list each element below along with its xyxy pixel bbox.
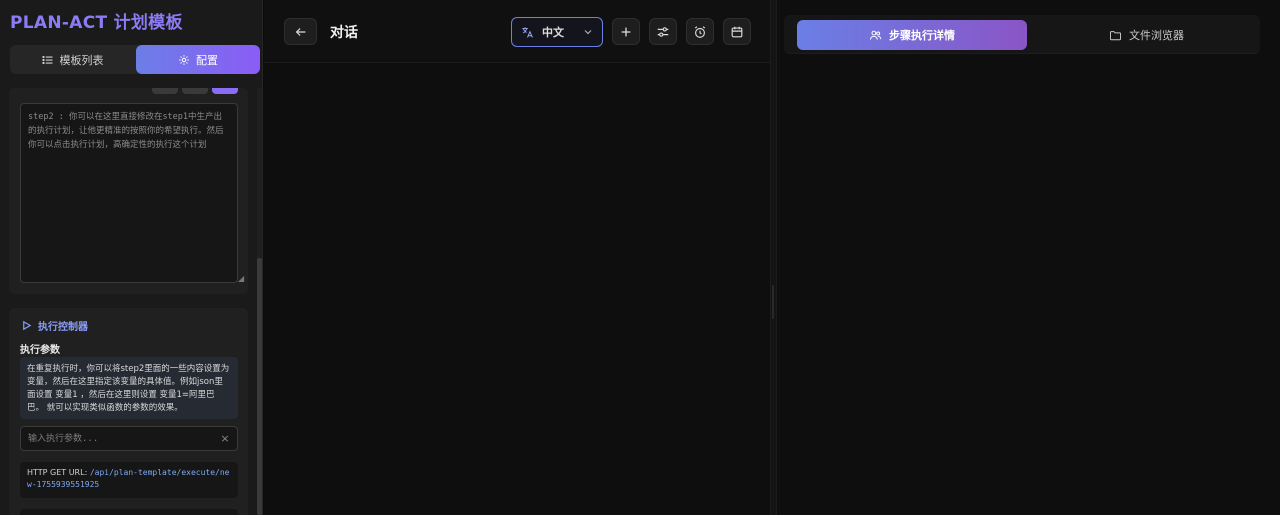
translate-icon [522,26,533,38]
new-chat-button[interactable] [612,18,640,45]
http-get-url-label: HTTP GET URL: [27,468,88,477]
panel-divider[interactable] [770,0,777,515]
tab-config[interactable]: 配置 [136,45,260,74]
app-title: PLAN-ACT 计划模板 [10,13,183,33]
details-tabs: 步骤执行详情 文件浏览器 [784,15,1260,54]
plan-action-button[interactable] [152,88,178,94]
plan-editor-actions [152,88,238,94]
sidebar-tab-switch: 模板列表 配置 [10,45,260,74]
sidebar: PLAN-ACT 计划模板 模板列表 配置 step2 : 你可以在这里直接修改… [0,0,263,515]
sidebar-scrollbar[interactable] [257,258,262,515]
calendar-icon [731,26,743,37]
tab-step-details-label: 步骤执行详情 [889,29,955,42]
alarm-icon [694,25,706,38]
chat-header: 对话 中文 [264,0,770,63]
panel-resize-grip[interactable] [772,285,774,319]
gear-icon [179,54,189,65]
app-root: PLAN-ACT 计划模板 模板列表 配置 step2 : 你可以在这里直接修改… [0,0,1280,515]
tab-template-list-label: 模板列表 [59,53,104,67]
plan-editor-card: step2 : 你可以在这里直接修改在step1中生产出的执行计划，让他更精准的… [9,88,248,294]
back-button[interactable] [284,18,317,45]
clear-params-button[interactable]: × [217,430,233,446]
plan-json-editor[interactable]: step2 : 你可以在这里直接修改在step1中生产出的执行计划，让他更精准的… [20,103,238,283]
arrow-left-icon [295,27,305,36]
chat-panel: 对话 中文 [264,0,770,515]
schedule-button[interactable] [686,18,714,45]
tab-config-label: 配置 [196,53,218,67]
resize-handle-icon[interactable]: ◢ [238,274,244,283]
tab-template-list[interactable]: 模板列表 [10,45,135,74]
folder-icon [1109,30,1122,40]
language-select[interactable]: 中文 [511,17,603,47]
chat-title: 对话 [330,25,358,41]
execution-controller-label: 执行控制器 [38,322,88,333]
tab-step-details[interactable]: 步骤执行详情 [797,20,1027,50]
execution-controller-card: 执行控制器 执行参数 在重复执行时，你可以将step2里面的一些内容设置为变量，… [9,308,248,515]
execution-params-input[interactable] [20,426,238,451]
execution-controller-title: 执行控制器 [21,318,88,333]
http-get-url-box: HTTP GET URL: /api/plan-template/execute… [20,462,238,498]
tab-file-browser[interactable]: 文件浏览器 [1034,20,1259,50]
execution-params-label: 执行参数 [20,345,60,356]
details-panel: 步骤执行详情 文件浏览器 [778,0,1280,515]
settings-button[interactable] [649,18,677,45]
chevron-down-icon [584,30,592,35]
plan-action-button[interactable] [182,88,208,94]
play-icon [23,320,32,331]
list-icon [41,55,52,64]
language-select-value: 中文 [542,26,564,39]
plan-action-button-primary[interactable] [212,88,238,94]
sliders-icon [657,26,669,37]
next-section-box [20,509,238,515]
tab-file-browser-label: 文件浏览器 [1129,29,1184,42]
execution-params-help: 在重复执行时，你可以将step2里面的一些内容设置为变量，然后在这里指定该变量的… [20,357,238,419]
plus-icon [621,27,631,36]
users-icon [869,30,882,40]
calendar-button[interactable] [723,18,751,45]
